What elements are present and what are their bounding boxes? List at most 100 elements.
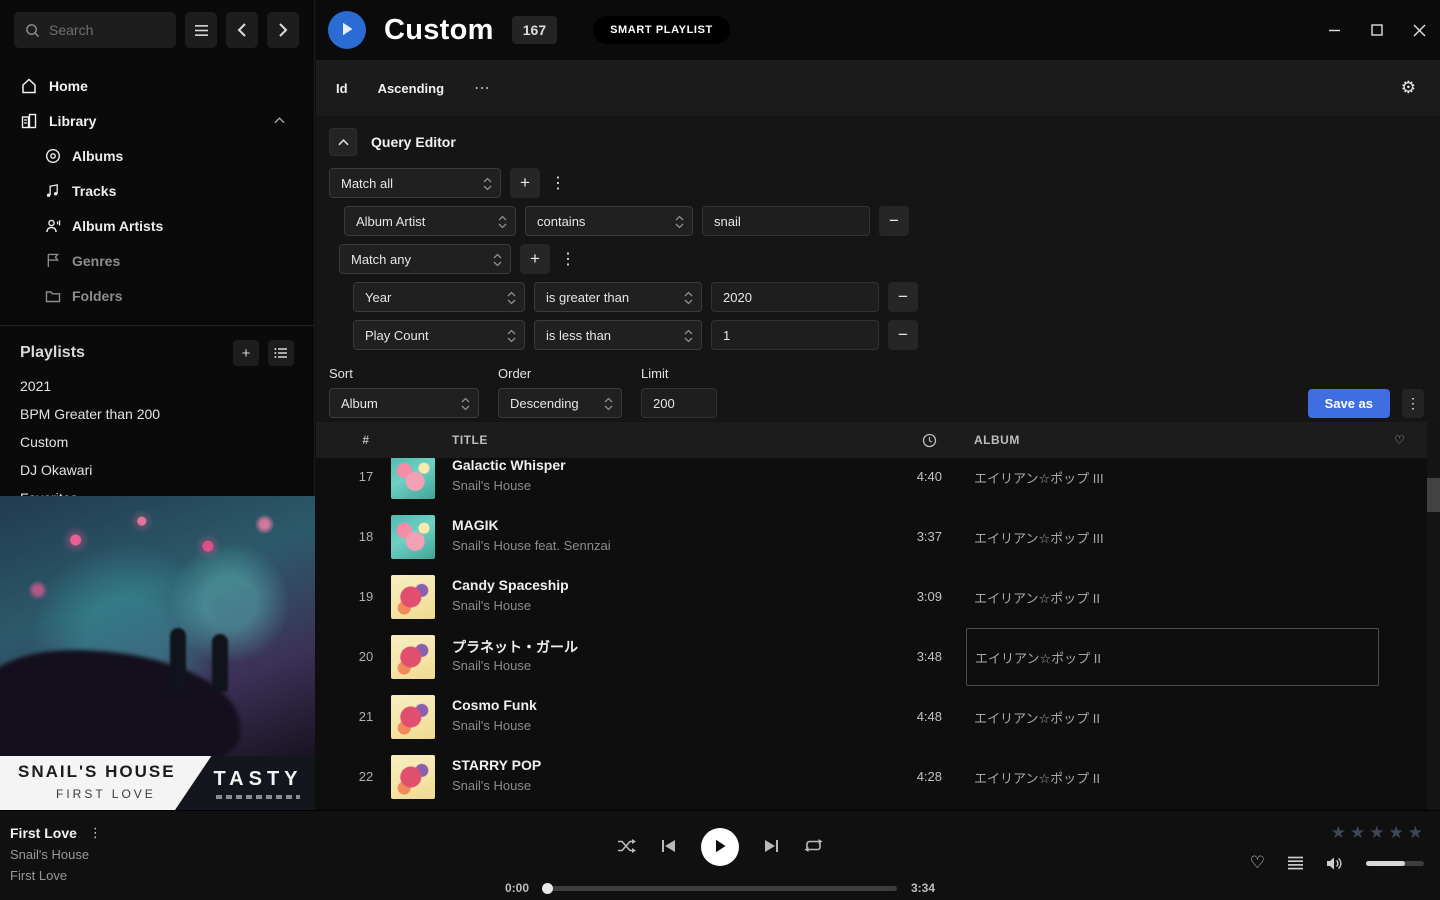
window-maximize-button[interactable] — [1371, 24, 1383, 36]
queue-icon[interactable] — [1287, 856, 1304, 870]
window-close-button[interactable] — [1413, 24, 1426, 37]
now-playing-album[interactable]: First Love — [10, 868, 102, 883]
rule-field-select[interactable]: Album Artist — [344, 206, 516, 236]
table-row[interactable]: 20 プラネット・ガール Snail's House 3:48 エイリアン☆ポッ… — [316, 627, 1440, 687]
collapse-query-button[interactable] — [329, 128, 357, 156]
rule-operator-select[interactable]: is less than — [534, 320, 702, 350]
column-album[interactable]: ALBUM — [974, 433, 1020, 447]
chevron-up-icon[interactable] — [271, 112, 288, 129]
track-album-focused-cell[interactable]: エイリアン☆ポップ II — [966, 628, 1379, 686]
remove-rule-button[interactable]: − — [888, 282, 918, 312]
sort-select[interactable]: Album — [329, 388, 479, 418]
column-number[interactable]: # — [336, 433, 396, 447]
sidebar-item-genres[interactable]: Genres — [0, 243, 314, 278]
table-row[interactable]: 18 MAGIK Snail's House feat. Sennzai 3:3… — [316, 507, 1440, 567]
add-rule-button[interactable]: + — [510, 168, 540, 198]
star-icon[interactable]: ★ — [1369, 823, 1385, 843]
now-playing-title[interactable]: First Love — [10, 825, 77, 841]
save-as-button[interactable]: Save as — [1308, 389, 1390, 418]
match-type-select[interactable]: Match any — [339, 244, 511, 274]
add-playlist-button[interactable]: + — [233, 340, 259, 366]
rule-operator-select[interactable]: is greater than — [534, 282, 702, 312]
search-input[interactable] — [14, 12, 176, 48]
track-number: 18 — [336, 529, 396, 544]
rule-value-input[interactable] — [702, 206, 870, 236]
menu-button[interactable] — [185, 12, 217, 48]
playlist-list-button[interactable] — [268, 340, 294, 366]
smart-playlist-badge: SMART PLAYLIST — [593, 16, 730, 44]
track-artwork — [391, 695, 435, 739]
column-title[interactable]: TITLE — [452, 433, 488, 447]
sidebar-item-folders[interactable]: Folders — [0, 278, 314, 313]
group-options-icon[interactable]: ⋮ — [549, 168, 567, 198]
artwork-title-text: FIRST LOVE — [56, 787, 156, 801]
star-icon[interactable]: ★ — [1350, 823, 1366, 843]
match-type-select[interactable]: Match all — [329, 168, 501, 198]
table-row[interactable]: 22 STARRY POP Snail's House 4:28 エイリアン☆ポ… — [316, 747, 1440, 807]
sidebar-item-album-artists[interactable]: Album Artists — [0, 208, 314, 243]
now-playing-artist[interactable]: Snail's House — [10, 847, 102, 862]
limit-input[interactable] — [641, 388, 717, 418]
play-icon — [714, 839, 727, 856]
window-controls — [1328, 0, 1426, 60]
sidebar-item-label: Genres — [72, 253, 120, 269]
sort-field-button[interactable]: Id — [336, 81, 348, 96]
settings-gear-icon[interactable]: ⚙ — [1401, 78, 1416, 98]
track-album: エイリアン☆ポップ II — [966, 567, 1379, 627]
sidebar-item-home[interactable]: Home — [0, 68, 314, 103]
order-select[interactable]: Descending — [498, 388, 622, 418]
next-button[interactable] — [764, 839, 779, 856]
play-pause-button[interactable] — [701, 828, 739, 866]
favorite-heart-icon[interactable]: ♡ — [1394, 433, 1405, 447]
star-icon[interactable]: ★ — [1408, 823, 1424, 843]
nav-forward-button[interactable] — [267, 12, 299, 48]
rule-field-select[interactable]: Year — [353, 282, 525, 312]
playlist-item-2021[interactable]: 2021 — [0, 372, 314, 400]
repeat-button[interactable] — [804, 838, 823, 856]
time-total: 3:34 — [911, 881, 945, 895]
shuffle-button[interactable] — [617, 838, 636, 857]
playlist-item-dj-okawari[interactable]: DJ Okawari — [0, 456, 314, 484]
rule-value-input[interactable] — [711, 320, 879, 350]
previous-button[interactable] — [661, 839, 676, 856]
scrollbar-thumb[interactable] — [1427, 478, 1440, 512]
add-rule-button[interactable]: + — [520, 244, 550, 274]
volume-slider[interactable] — [1366, 861, 1424, 866]
sort-order-button[interactable]: Ascending — [378, 81, 444, 96]
table-row[interactable]: 21 Cosmo Funk Snail's House 4:48 エイリアン☆ポ… — [316, 687, 1440, 747]
star-icon[interactable]: ★ — [1389, 823, 1405, 843]
group-options-icon[interactable]: ⋮ — [559, 244, 577, 274]
order-column: Order Descending — [498, 366, 622, 418]
sidebar-item-tracks[interactable]: Tracks — [0, 173, 314, 208]
sidebar-item-albums[interactable]: Albums — [0, 138, 314, 173]
playlist-item-custom[interactable]: Custom — [0, 428, 314, 456]
rule-field-select[interactable]: Play Count — [353, 320, 525, 350]
seek-thumb[interactable] — [542, 883, 553, 894]
rule-value-input[interactable] — [711, 282, 879, 312]
play-playlist-button[interactable] — [328, 11, 366, 49]
limit-column: Limit — [641, 366, 717, 418]
table-row[interactable]: 19 Candy Spaceship Snail's House 3:09 エイ… — [316, 567, 1440, 627]
rule-operator-select[interactable]: contains — [525, 206, 693, 236]
remove-rule-button[interactable]: − — [879, 206, 909, 236]
track-options-icon[interactable]: ⋮ — [89, 825, 102, 841]
more-options-icon[interactable]: ⋯ — [474, 78, 492, 98]
sidebar-item-library[interactable]: Library — [0, 103, 314, 138]
table-row[interactable]: 17 Galactic Whisper Snail's House 4:40 エ… — [316, 458, 1440, 507]
nav-back-button[interactable] — [226, 12, 258, 48]
track-number: 17 — [336, 469, 396, 484]
track-album: エイリアン☆ポップ III — [966, 507, 1379, 567]
save-options-icon[interactable]: ⋮ — [1402, 389, 1424, 418]
window-minimize-button[interactable] — [1328, 24, 1341, 37]
volume-icon[interactable] — [1326, 856, 1344, 871]
disc-icon — [44, 147, 61, 164]
play-icon — [341, 22, 354, 39]
duration-clock-icon[interactable] — [922, 433, 938, 451]
seek-slider[interactable] — [543, 886, 897, 891]
search-field[interactable] — [49, 22, 159, 38]
remove-rule-button[interactable]: − — [888, 320, 918, 350]
star-icon[interactable]: ★ — [1331, 823, 1347, 843]
playlist-item-bpm[interactable]: BPM Greater than 200 — [0, 400, 314, 428]
rule-field-value: Album Artist — [356, 214, 425, 229]
favorite-heart-icon[interactable]: ♡ — [1250, 853, 1265, 873]
